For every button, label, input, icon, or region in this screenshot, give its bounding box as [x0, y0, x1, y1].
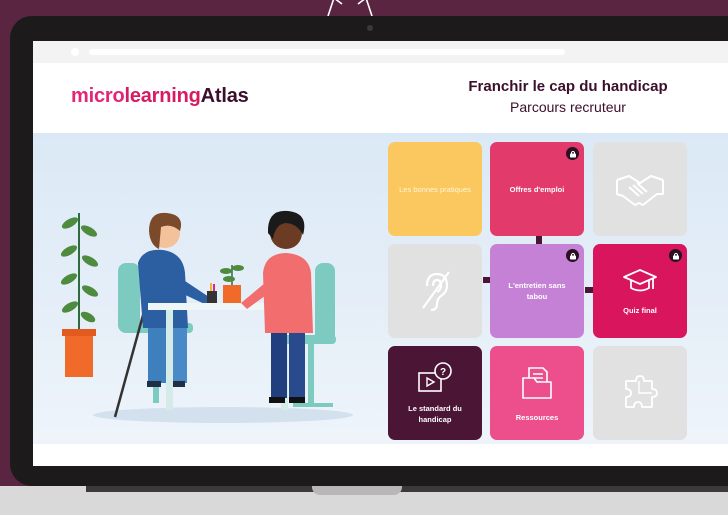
- tile-les-bonnes-pratiques[interactable]: Les bonnes pratiques: [388, 142, 482, 236]
- course-map-area: Les bonnes pratiques Offres d'emploi L'e…: [33, 133, 728, 444]
- candidate-figure: [138, 212, 215, 387]
- ear-icon: [422, 271, 450, 312]
- laptop-hinge: [86, 486, 728, 492]
- small-plant: [207, 265, 244, 303]
- browser-bar: [33, 41, 728, 63]
- laptop-notch: [312, 486, 402, 495]
- video-question-icon: ?: [418, 362, 452, 392]
- interview-illustration: [60, 210, 353, 423]
- course-subtitle: Parcours recruteur: [510, 99, 626, 115]
- tile-label: Les bonnes pratiques: [399, 184, 471, 194]
- course-title: Franchir le cap du handicap: [468, 78, 668, 95]
- tile-quiz-final[interactable]: Quiz final: [593, 244, 687, 338]
- tile-locked-handshake[interactable]: [593, 142, 687, 236]
- puzzle-icon: [625, 375, 658, 408]
- logo-part-learning: learning: [124, 85, 201, 107]
- tile-label: Offres d'emploi: [509, 184, 565, 194]
- tile-label: L'entretien sans tabou: [508, 281, 566, 301]
- logo-part-atlas: Atlas: [200, 85, 249, 107]
- tile-locked-puzzle[interactable]: [593, 346, 687, 440]
- lock-icon: [566, 147, 579, 160]
- laptop-screen: microlearningAtlas Franchir le cap du ha…: [33, 41, 728, 466]
- lock-icon: [669, 249, 682, 262]
- tile-ressources[interactable]: Ressources: [490, 346, 584, 440]
- logo-part-micro: micro: [71, 85, 125, 107]
- graduation-cap-icon: [623, 268, 657, 291]
- tile-label: Ressources: [515, 412, 559, 422]
- handshake-icon: [616, 175, 664, 206]
- tile-locked-ear[interactable]: [388, 244, 482, 338]
- path-connector: [585, 287, 593, 293]
- tile-label: Quiz final: [623, 305, 657, 315]
- microlearning-atlas-logo[interactable]: microlearningAtlas: [71, 85, 249, 108]
- tile-label: Le standard du handicap: [408, 404, 462, 424]
- tile-le-standard-du-handicap[interactable]: ? Le standard du handicap: [388, 346, 482, 440]
- screen-bottom-strip: [33, 444, 728, 466]
- address-bar[interactable]: [89, 49, 565, 55]
- tile-offres-d-emploi[interactable]: Offres d'emploi: [490, 142, 584, 236]
- browser-dot: [71, 48, 79, 56]
- lock-icon: [566, 249, 579, 262]
- tall-plant-illustration: [60, 213, 99, 377]
- webcam: [367, 25, 373, 31]
- documents-icon: [522, 366, 552, 399]
- tile-l-entretien-sans-tabou[interactable]: L'entretien sans tabou: [490, 244, 584, 338]
- svg-text:?: ?: [440, 367, 446, 378]
